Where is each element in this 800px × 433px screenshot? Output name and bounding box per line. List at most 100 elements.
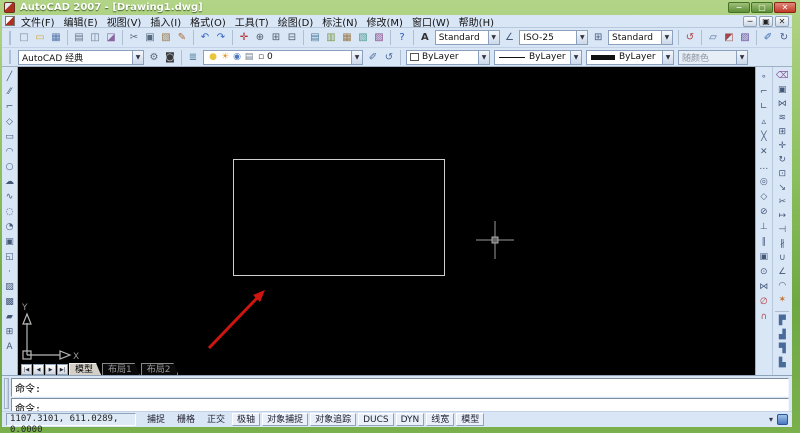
pan-icon[interactable]: ✛ xyxy=(236,30,252,46)
explode-icon[interactable]: ✶ xyxy=(775,293,789,307)
grid-toggle[interactable]: 栅格 xyxy=(172,413,200,426)
revcloud-icon[interactable]: ☁ xyxy=(3,174,17,189)
mdi-minimize-button[interactable]: ─ xyxy=(743,16,757,27)
bring-to-front-icon[interactable]: ▛ xyxy=(775,314,789,328)
send-under-icon[interactable]: ▙ xyxy=(775,356,789,370)
copy-icon[interactable]: ▣ xyxy=(142,30,158,46)
last-tab-button[interactable]: ▶| xyxy=(57,364,68,375)
folder-grid-icon[interactable]: ▨ xyxy=(737,30,753,46)
layer-on-bulb-icon[interactable]: ● xyxy=(207,50,219,65)
curved-arrow-icon[interactable]: ↻ xyxy=(776,30,792,46)
layer-lock-icon[interactable]: ◉ xyxy=(231,50,243,65)
table-icon[interactable]: ⊞ xyxy=(3,324,17,339)
zoom-realtime-icon[interactable]: ⊕ xyxy=(252,30,268,46)
arc-icon[interactable]: ◠ xyxy=(3,144,17,159)
lineweight-control-dropdown[interactable]: ByLayer ▼ xyxy=(586,50,674,65)
offset-icon[interactable]: ≋ xyxy=(775,111,789,125)
pen-folder-icon[interactable]: ✐ xyxy=(760,30,776,46)
text-style-icon[interactable]: A xyxy=(417,30,433,46)
dyn-toggle[interactable]: DYN xyxy=(396,413,425,426)
markup-set-manager-icon[interactable]: ▥ xyxy=(323,30,339,46)
fillet-icon[interactable]: ◠ xyxy=(775,279,789,293)
tab-layout1[interactable]: 布局1 xyxy=(102,363,140,375)
snap-nearest-icon[interactable]: ⋈ xyxy=(757,279,771,294)
menu-insert[interactable]: 插入(I) xyxy=(150,14,181,29)
snap-endpoint-icon[interactable]: ∟ xyxy=(757,99,771,114)
paste-icon[interactable]: ▧ xyxy=(158,30,174,46)
chamfer-icon[interactable]: ∠ xyxy=(775,265,789,279)
line-icon[interactable]: ╱ xyxy=(3,69,17,84)
prev-tab-button[interactable]: ◀ xyxy=(33,364,44,375)
chevron-down-icon[interactable]: ▼ xyxy=(478,51,489,64)
ellipse-arc-icon[interactable]: ◔ xyxy=(3,219,17,234)
qnew-icon[interactable]: □ xyxy=(16,30,32,46)
layer-properties-manager-icon[interactable]: ≣ xyxy=(185,49,201,65)
lwt-toggle[interactable]: 线宽 xyxy=(426,413,454,426)
stretch-icon[interactable]: ↘ xyxy=(775,181,789,195)
layer-thaw-sun-icon[interactable]: ☀ xyxy=(219,50,231,65)
undo-icon[interactable]: ↶ xyxy=(197,30,213,46)
cut-icon[interactable]: ✂ xyxy=(126,30,142,46)
break-at-point-icon[interactable]: ⊣ xyxy=(775,223,789,237)
tab-layout2[interactable]: 布局2 xyxy=(141,363,179,375)
chevron-down-icon[interactable]: ▼ xyxy=(132,51,143,64)
command-history[interactable]: 命令: xyxy=(11,378,789,397)
polar-toggle[interactable]: 极轴 xyxy=(232,413,260,426)
layer-previous-icon[interactable]: ↺ xyxy=(381,49,397,65)
menu-tools[interactable]: 工具(T) xyxy=(235,14,269,29)
snap-none-icon[interactable]: ∅ xyxy=(757,294,771,309)
plot-preview-icon[interactable]: ◫ xyxy=(87,30,103,46)
snap-apparent-intersection-icon[interactable]: ✕ xyxy=(757,144,771,159)
chevron-down-icon[interactable]: ▼ xyxy=(488,31,499,44)
color-control-dropdown[interactable]: ByLayer ▼ xyxy=(406,50,490,65)
ortho-toggle[interactable]: 正交 xyxy=(202,413,230,426)
ducs-toggle[interactable]: DUCS xyxy=(358,413,394,426)
snap-perpendicular-icon[interactable]: ⊥ xyxy=(757,219,771,234)
tray-status-icon[interactable] xyxy=(777,414,788,425)
workspace-settings-icon[interactable]: ⚙ xyxy=(146,49,162,65)
workspace-dropdown[interactable]: AutoCAD 经典 ▼ xyxy=(18,50,144,65)
toolbar-grip[interactable] xyxy=(9,31,13,45)
tray-dropdown-icon[interactable]: ▾ xyxy=(769,415,773,424)
gradient-icon[interactable]: ▩ xyxy=(3,294,17,309)
polyline-icon[interactable]: ⌐ xyxy=(3,99,17,114)
quickcalc-icon[interactable]: ▦ xyxy=(339,30,355,46)
osnap-settings-icon[interactable]: ∩ xyxy=(757,309,771,324)
mdi-close-button[interactable]: ✕ xyxy=(775,16,789,27)
menu-view[interactable]: 视图(V) xyxy=(107,14,142,29)
snap-parallel-icon[interactable]: ∥ xyxy=(757,234,771,249)
zoom-previous-icon[interactable]: ⊟ xyxy=(284,30,300,46)
linetype-control-dropdown[interactable]: ByLayer ▼ xyxy=(494,50,582,65)
tab-model[interactable]: 模型 xyxy=(69,363,101,375)
menu-draw[interactable]: 绘图(D) xyxy=(278,14,314,29)
designcenter-icon[interactable]: ▨ xyxy=(371,30,387,46)
open-icon[interactable]: ▭ xyxy=(32,30,48,46)
chevron-down-icon[interactable]: ▼ xyxy=(661,31,672,44)
otrack-toggle[interactable]: 对象追踪 xyxy=(310,413,356,426)
chevron-down-icon[interactable]: ▼ xyxy=(351,51,362,64)
table-style-dropdown[interactable]: Standard ▼ xyxy=(608,30,673,45)
match-properties-icon[interactable]: ✎ xyxy=(174,30,190,46)
ellipse-icon[interactable]: ◌ xyxy=(3,204,17,219)
snap-from-icon[interactable]: ⌐ xyxy=(757,84,771,99)
mdi-restore-button[interactable]: ▣ xyxy=(759,16,773,27)
close-button[interactable]: ✕ xyxy=(774,2,796,13)
scale-icon[interactable]: ⊡ xyxy=(775,167,789,181)
menu-help[interactable]: 帮助(H) xyxy=(459,14,494,29)
menu-dimension[interactable]: 标注(N) xyxy=(322,14,357,29)
break-icon[interactable]: ∦ xyxy=(775,237,789,251)
layer-plot-icon[interactable]: ▤ xyxy=(243,50,255,65)
circular-arrow-icon[interactable]: ↺ xyxy=(682,30,698,46)
menu-modify[interactable]: 修改(M) xyxy=(367,14,403,29)
construction-line-icon[interactable]: ⁄⁄ xyxy=(3,84,17,99)
publish-icon[interactable]: ◪ xyxy=(103,30,119,46)
plot-icon[interactable]: ▤ xyxy=(71,30,87,46)
first-tab-button[interactable]: |◀ xyxy=(21,364,32,375)
move-icon[interactable]: ✛ xyxy=(775,139,789,153)
chevron-down-icon[interactable]: ▼ xyxy=(570,51,581,64)
minimize-button[interactable]: − xyxy=(728,2,750,13)
spline-icon[interactable]: ∿ xyxy=(3,189,17,204)
extend-icon[interactable]: ↦ xyxy=(775,209,789,223)
layer-dropdown[interactable]: ●☀◉▤▫ 0 ▼ xyxy=(203,50,363,65)
copy-object-icon[interactable]: ▣ xyxy=(775,83,789,97)
